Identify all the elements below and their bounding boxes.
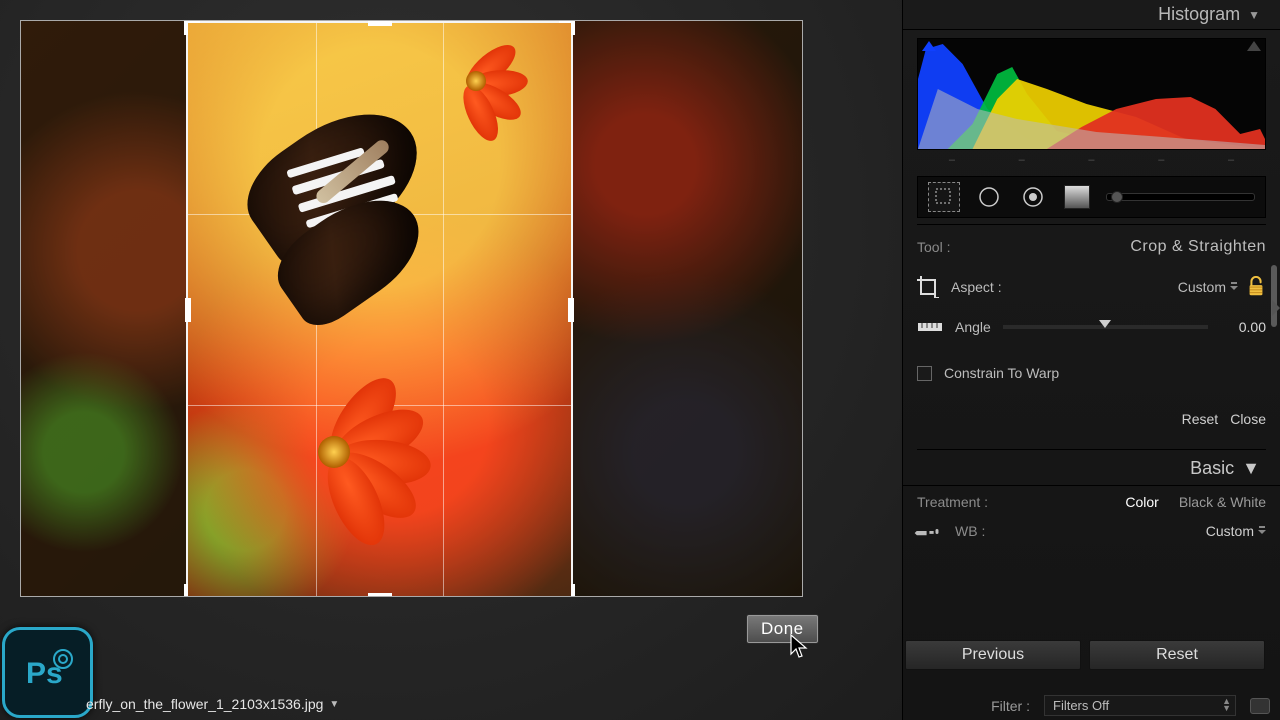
histogram-display[interactable] xyxy=(917,38,1266,150)
wb-label: WB : xyxy=(955,523,985,539)
treatment-row: Treatment : Color Black & White xyxy=(903,488,1280,516)
crop-handle-top[interactable] xyxy=(368,20,392,26)
basic-title: Basic xyxy=(1190,458,1234,479)
right-panel: Histogram ▼ – – – – – xyxy=(902,0,1280,720)
crop-handle-top-right[interactable] xyxy=(559,20,575,35)
image-canvas[interactable] xyxy=(20,20,803,597)
crop-rectangle[interactable] xyxy=(186,21,573,597)
collapse-icon[interactable]: ▼ xyxy=(1248,8,1260,22)
compare-buttons: Previous Reset xyxy=(905,640,1265,670)
crop-handle-right[interactable] xyxy=(568,298,574,322)
constrain-checkbox[interactable] xyxy=(917,366,932,381)
app-root: Done Ps erfly_on_the_flower_1_2103x1536.… xyxy=(0,0,1280,720)
crop-aspect-icon xyxy=(917,276,939,298)
constrain-label: Constrain To Warp xyxy=(944,365,1059,381)
wb-row: WB : Custom xyxy=(903,516,1280,542)
aspect-label: Aspect : xyxy=(951,279,1002,295)
filter-switch-icon[interactable] xyxy=(1250,698,1270,714)
ruler-icon xyxy=(917,319,943,335)
collapse-icon[interactable]: ▼ xyxy=(1242,458,1260,479)
crop-options-panel: Tool : Crop & Straighten Aspect : Custom xyxy=(917,224,1266,450)
histogram-readouts: – – – – – xyxy=(903,154,1280,170)
treatment-label: Treatment : xyxy=(917,494,988,510)
panel-scrollbar[interactable] xyxy=(1271,265,1277,327)
eyedropper-icon[interactable] xyxy=(912,515,943,546)
flower2-graphic xyxy=(468,53,558,123)
flower-graphic xyxy=(318,396,508,496)
svg-text:Ps: Ps xyxy=(26,657,63,690)
filter-dropdown[interactable]: Filters Off ▲▼ xyxy=(1044,695,1236,716)
wb-dropdown[interactable]: Custom xyxy=(1206,523,1266,539)
angle-slider[interactable] xyxy=(1003,325,1208,329)
basic-panel-header[interactable]: Basic ▼ xyxy=(903,452,1280,486)
crop-close-button[interactable]: Close xyxy=(1230,411,1266,427)
graduated-filter-icon[interactable] xyxy=(1062,183,1092,211)
previous-button[interactable]: Previous xyxy=(905,640,1081,670)
highlight-clip-icon[interactable] xyxy=(1247,41,1261,51)
crop-handle-bottom-left[interactable] xyxy=(184,584,200,597)
filename-display[interactable]: erfly_on_the_flower_1_2103x1536.jpg ▼ xyxy=(86,696,339,712)
filter-label: Filter : xyxy=(991,698,1030,714)
filename-dropdown-icon[interactable]: ▼ xyxy=(329,699,339,710)
expand-panel-icon[interactable] xyxy=(1272,300,1280,316)
crop-handle-bottom-right[interactable] xyxy=(559,584,575,597)
angle-value[interactable]: 0.00 xyxy=(1220,319,1266,335)
brush-size-slider[interactable] xyxy=(1106,183,1255,211)
crop-handle-top-left[interactable] xyxy=(184,20,200,35)
aspect-dropdown[interactable]: Custom xyxy=(1178,279,1238,295)
treatment-color-option[interactable]: Color xyxy=(1125,494,1158,510)
redeye-tool-icon[interactable] xyxy=(1018,183,1048,211)
filter-bar: Filter : Filters Off ▲▼ xyxy=(991,695,1270,716)
aspect-lock-icon[interactable] xyxy=(1246,276,1266,298)
shadow-clip-icon[interactable] xyxy=(922,41,936,51)
tool-strip xyxy=(917,176,1266,218)
crop-tool-icon[interactable] xyxy=(928,182,960,212)
tool-name-row: Tool : Crop & Straighten xyxy=(917,224,1266,267)
angle-label: Angle xyxy=(955,319,991,335)
histogram-panel-header[interactable]: Histogram ▼ xyxy=(903,0,1280,30)
done-button[interactable]: Done xyxy=(746,614,819,644)
histogram-title: Histogram xyxy=(1158,4,1240,25)
spot-tool-icon[interactable] xyxy=(974,183,1004,211)
crop-handle-left[interactable] xyxy=(185,298,191,322)
crop-handle-bottom[interactable] xyxy=(368,593,392,597)
photoshop-logo-icon: Ps xyxy=(2,627,93,718)
treatment-bw-option[interactable]: Black & White xyxy=(1179,494,1266,510)
crop-reset-button[interactable]: Reset xyxy=(1182,411,1219,427)
reset-button[interactable]: Reset xyxy=(1089,640,1265,670)
filename-text: erfly_on_the_flower_1_2103x1536.jpg xyxy=(86,696,323,712)
